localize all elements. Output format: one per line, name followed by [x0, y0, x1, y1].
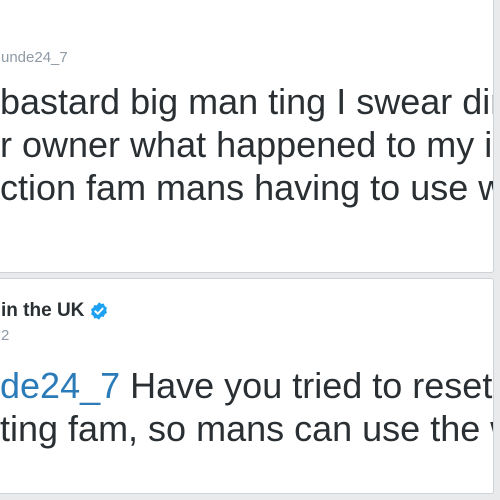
- tweet-text-line: bastard big man ting I swear dire: [0, 81, 494, 122]
- tweet-text-line: ction fam mans having to use w: [0, 167, 494, 208]
- tweet-text-line: r owner what happened to my in: [0, 124, 494, 165]
- reply-tweet-card: in the UK 2 de24_7 Have you tried to res…: [0, 278, 494, 494]
- tweet-text: bastard big man ting I swear dire r owne…: [0, 80, 494, 209]
- reply-text-fragment: Have you tried to reset th: [120, 365, 494, 406]
- verified-badge-icon: [91, 302, 108, 320]
- reply-text-line: ting fam, so mans can use the w: [0, 408, 494, 449]
- tweet-date[interactable]: 2: [1, 327, 9, 344]
- mention-link[interactable]: de24_7: [0, 365, 120, 406]
- original-tweet-card: unde24_7 bastard big man ting I swear di…: [0, 0, 494, 273]
- reply-text: de24_7 Have you tried to reset th ting f…: [0, 364, 494, 450]
- account-name-row[interactable]: in the UK: [1, 300, 109, 322]
- account-name[interactable]: in the UK: [1, 300, 84, 322]
- tweet-handle[interactable]: unde24_7: [1, 49, 68, 66]
- reply-text-line: de24_7 Have you tried to reset th: [0, 364, 494, 407]
